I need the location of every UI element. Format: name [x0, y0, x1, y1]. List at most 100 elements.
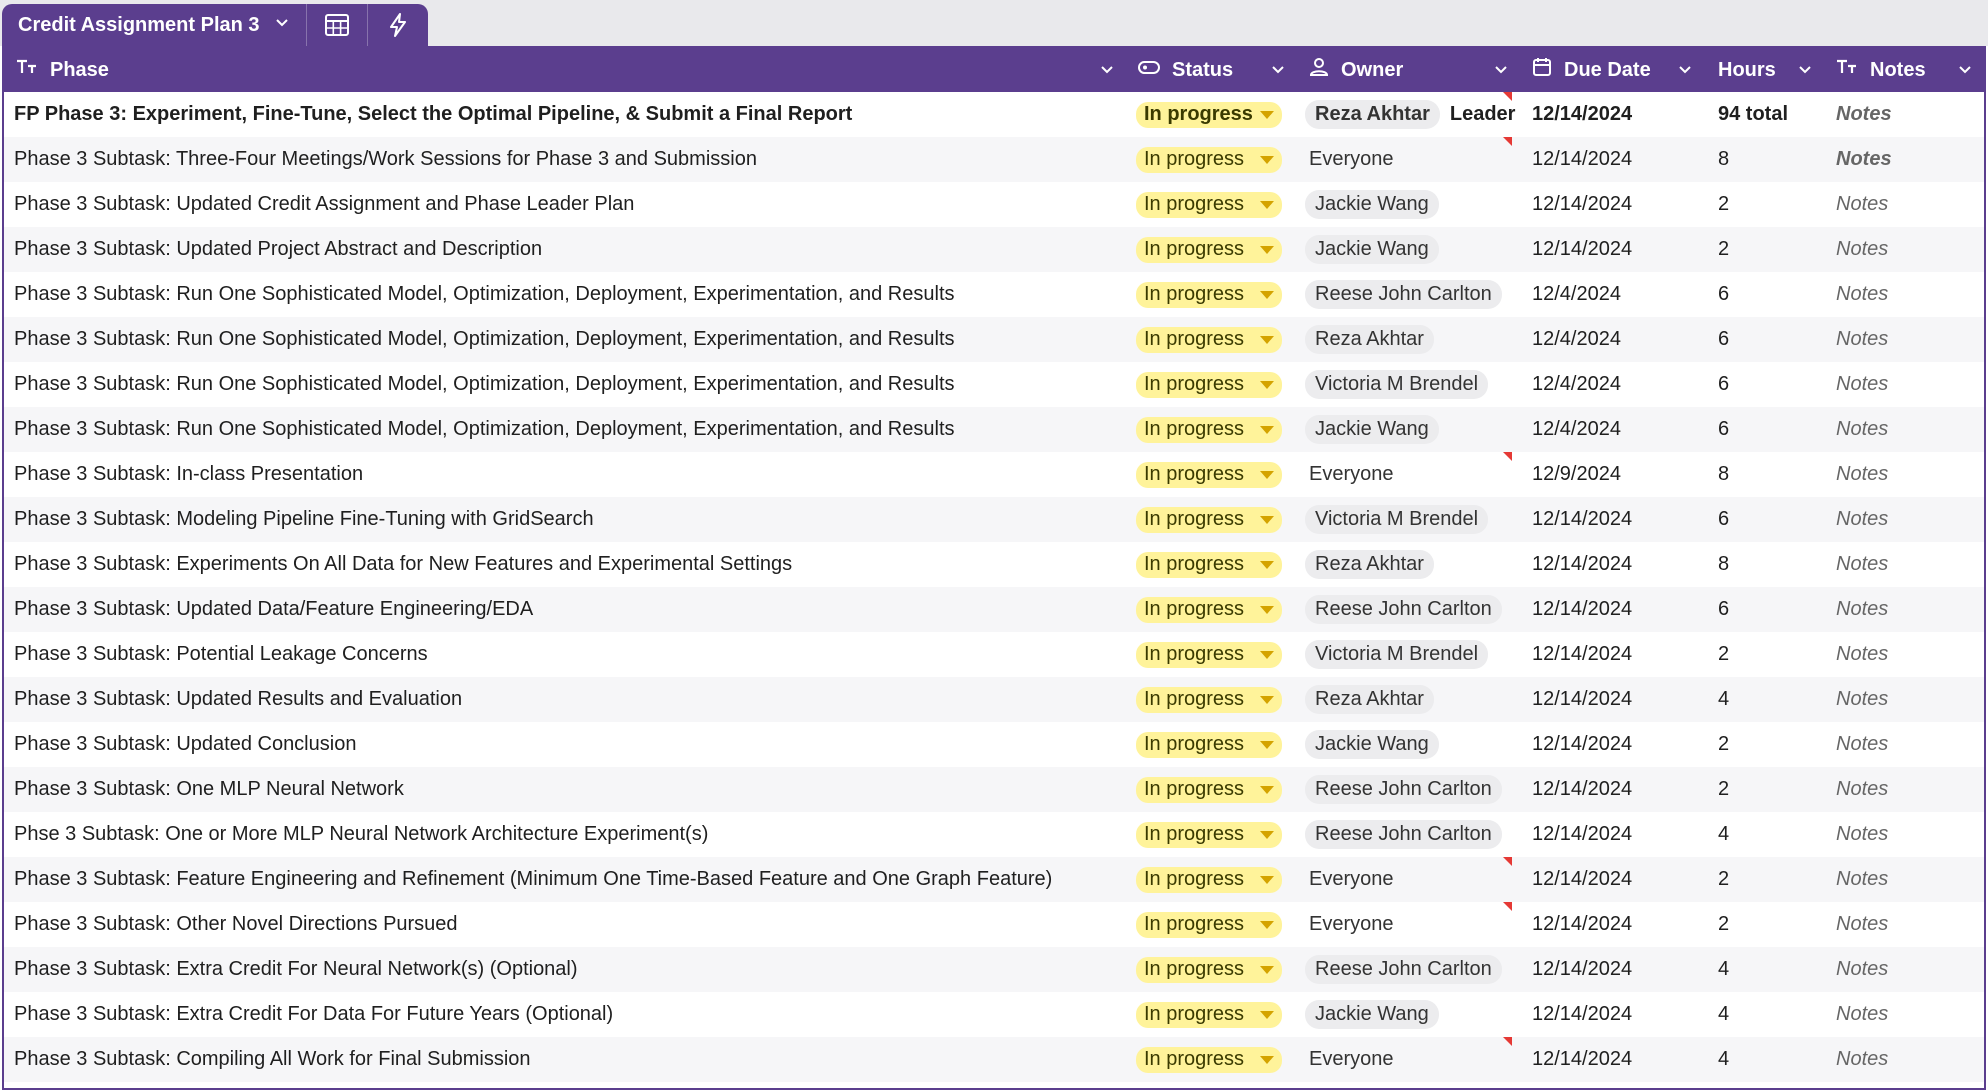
status-dropdown[interactable]: In progress — [1136, 731, 1282, 758]
owner-chip[interactable]: Reese John Carlton — [1305, 775, 1502, 804]
due-date-cell[interactable]: 12/14/2024 — [1520, 812, 1704, 857]
column-header-notes[interactable]: Notes — [1824, 48, 1984, 92]
owner-chip[interactable]: Reza Akhtar — [1305, 100, 1440, 129]
due-date-cell[interactable]: 12/14/2024 — [1520, 947, 1704, 992]
phase-cell[interactable]: Phase 3 Subtask: Run One Sophisticated M… — [4, 362, 1126, 407]
table-row[interactable]: Phase 3 Subtask: Potential Leakage Conce… — [4, 632, 1984, 677]
owner-cell[interactable]: Reza Akhtar — [1297, 317, 1520, 362]
owner-cell[interactable]: Jackie Wang — [1297, 227, 1520, 272]
table-row[interactable]: Phase 3 Subtask: Run One Sophisticated M… — [4, 272, 1984, 317]
phase-cell[interactable]: Phase 3 Subtask: Extra Credit For Neural… — [4, 947, 1126, 992]
owner-cell[interactable]: Jackie Wang — [1297, 992, 1520, 1037]
notes-cell[interactable]: Notes — [1824, 857, 1984, 902]
notes-cell[interactable]: Notes — [1824, 362, 1984, 407]
lightning-bolt-icon[interactable] — [368, 4, 428, 46]
owner-chip[interactable]: Reese John Carlton — [1305, 955, 1502, 984]
status-dropdown[interactable]: In progress — [1136, 641, 1282, 668]
owner-cell[interactable]: Everyone — [1297, 857, 1520, 902]
owner-chip[interactable]: Victoria M Brendel — [1305, 505, 1489, 534]
chevron-down-icon[interactable] — [1674, 62, 1696, 78]
column-header-hours[interactable]: Hours — [1704, 48, 1824, 92]
phase-cell[interactable]: Phase 3 Subtask: Run One Sophisticated M… — [4, 272, 1126, 317]
owner-chip[interactable]: Victoria M Brendel — [1305, 370, 1489, 399]
status-cell[interactable]: In progress — [1126, 902, 1297, 947]
due-date-cell[interactable]: 12/14/2024 — [1520, 542, 1704, 587]
owner-cell[interactable]: Reese John Carlton — [1297, 767, 1520, 812]
column-header-owner[interactable]: Owner — [1297, 48, 1520, 92]
hours-cell[interactable]: 4 — [1704, 992, 1824, 1037]
phase-cell[interactable]: Phase 3 Subtask: Updated Credit Assignme… — [4, 182, 1126, 227]
owner-cell[interactable]: Reese John Carlton — [1297, 947, 1520, 992]
status-cell[interactable]: In progress — [1126, 227, 1297, 272]
owner-cell[interactable]: Everyone — [1297, 137, 1520, 182]
due-date-cell[interactable]: 12/14/2024 — [1520, 587, 1704, 632]
hours-cell[interactable]: 4 — [1704, 812, 1824, 857]
status-dropdown[interactable]: In progress — [1136, 506, 1282, 533]
hours-cell[interactable]: 2 — [1704, 632, 1824, 677]
comment-indicator-icon[interactable] — [1503, 137, 1512, 146]
owner-chip[interactable]: Reese John Carlton — [1305, 595, 1502, 624]
due-date-cell[interactable]: 12/9/2024 — [1520, 452, 1704, 497]
status-dropdown[interactable]: In progress — [1136, 461, 1282, 488]
owner-cell[interactable]: Everyone — [1297, 1037, 1520, 1082]
status-cell[interactable]: In progress — [1126, 992, 1297, 1037]
status-dropdown[interactable]: In progress — [1136, 1046, 1282, 1073]
comment-indicator-icon[interactable] — [1503, 857, 1512, 866]
comment-indicator-icon[interactable] — [1503, 92, 1512, 101]
owner-cell[interactable]: Jackie Wang — [1297, 407, 1520, 452]
chevron-down-icon[interactable] — [1794, 62, 1816, 78]
notes-cell[interactable]: Notes — [1824, 677, 1984, 722]
table-row[interactable]: Phase 3 Subtask: Run One Sophisticated M… — [4, 362, 1984, 407]
comment-indicator-icon[interactable] — [1503, 452, 1512, 461]
notes-cell[interactable]: Notes — [1824, 947, 1984, 992]
table-row[interactable]: Phase 3 Subtask: Other Novel Directions … — [4, 902, 1984, 947]
due-date-cell[interactable]: 12/14/2024 — [1520, 182, 1704, 227]
table-row[interactable]: Phase 3 Subtask: Compiling All Work for … — [4, 1037, 1984, 1082]
phase-cell[interactable]: Phase 3 Subtask: One MLP Neural Network — [4, 767, 1126, 812]
due-date-cell[interactable]: 12/14/2024 — [1520, 632, 1704, 677]
due-date-cell[interactable]: 12/4/2024 — [1520, 317, 1704, 362]
table-row[interactable]: Phase 3 Subtask: Extra Credit For Neural… — [4, 947, 1984, 992]
table-row[interactable]: Phase 3 Subtask: Three-Four Meetings/Wor… — [4, 137, 1984, 182]
notes-cell[interactable]: Notes — [1824, 137, 1984, 182]
owner-cell[interactable]: Reza Akhtar — [1297, 542, 1520, 587]
status-cell[interactable]: In progress — [1126, 947, 1297, 992]
status-dropdown[interactable]: In progress — [1136, 281, 1282, 308]
status-cell[interactable]: In progress — [1126, 722, 1297, 767]
hours-cell[interactable]: 4 — [1704, 947, 1824, 992]
phase-cell[interactable]: Phase 3 Subtask: Updated Results and Eva… — [4, 677, 1126, 722]
status-cell[interactable]: In progress — [1126, 1037, 1297, 1082]
phase-cell[interactable]: Phase 3 Subtask: Updated Conclusion — [4, 722, 1126, 767]
owner-chip[interactable]: Reese John Carlton — [1305, 280, 1502, 309]
status-cell[interactable]: In progress — [1126, 812, 1297, 857]
table-row[interactable]: Phase 3 Subtask: Updated Credit Assignme… — [4, 182, 1984, 227]
status-dropdown[interactable]: In progress — [1136, 191, 1282, 218]
owner-cell[interactable]: Reese John Carlton — [1297, 272, 1520, 317]
status-cell[interactable]: In progress — [1126, 542, 1297, 587]
notes-cell[interactable]: Notes — [1824, 317, 1984, 362]
phase-cell[interactable]: Phase 3 Subtask: Run One Sophisticated M… — [4, 317, 1126, 362]
due-date-cell[interactable]: 12/14/2024 — [1520, 857, 1704, 902]
notes-cell[interactable]: Notes — [1824, 542, 1984, 587]
comment-indicator-icon[interactable] — [1503, 1037, 1512, 1046]
status-cell[interactable]: In progress — [1126, 587, 1297, 632]
owner-cell[interactable]: Victoria M Brendel — [1297, 497, 1520, 542]
status-cell[interactable]: In progress — [1126, 137, 1297, 182]
owner-chip[interactable]: Victoria M Brendel — [1305, 640, 1489, 669]
status-cell[interactable]: In progress — [1126, 182, 1297, 227]
phase-cell[interactable]: Phase 3 Subtask: Updated Data/Feature En… — [4, 587, 1126, 632]
status-cell[interactable]: In progress — [1126, 407, 1297, 452]
phase-cell[interactable]: Phase 3 Subtask: Feature Engineering and… — [4, 857, 1126, 902]
status-cell[interactable]: In progress — [1126, 632, 1297, 677]
hours-cell[interactable]: 6 — [1704, 317, 1824, 362]
notes-cell[interactable]: Notes — [1824, 227, 1984, 272]
status-dropdown[interactable]: In progress — [1136, 911, 1282, 938]
due-date-cell[interactable]: 12/4/2024 — [1520, 362, 1704, 407]
hours-cell[interactable]: 8 — [1704, 452, 1824, 497]
hours-cell[interactable]: 2 — [1704, 227, 1824, 272]
due-date-cell[interactable]: 12/14/2024 — [1520, 497, 1704, 542]
table-row[interactable]: Phase 3 Subtask: Updated Results and Eva… — [4, 677, 1984, 722]
due-date-cell[interactable]: 12/14/2024 — [1520, 137, 1704, 182]
status-dropdown[interactable]: In progress — [1136, 551, 1282, 578]
status-cell[interactable]: In progress — [1126, 857, 1297, 902]
